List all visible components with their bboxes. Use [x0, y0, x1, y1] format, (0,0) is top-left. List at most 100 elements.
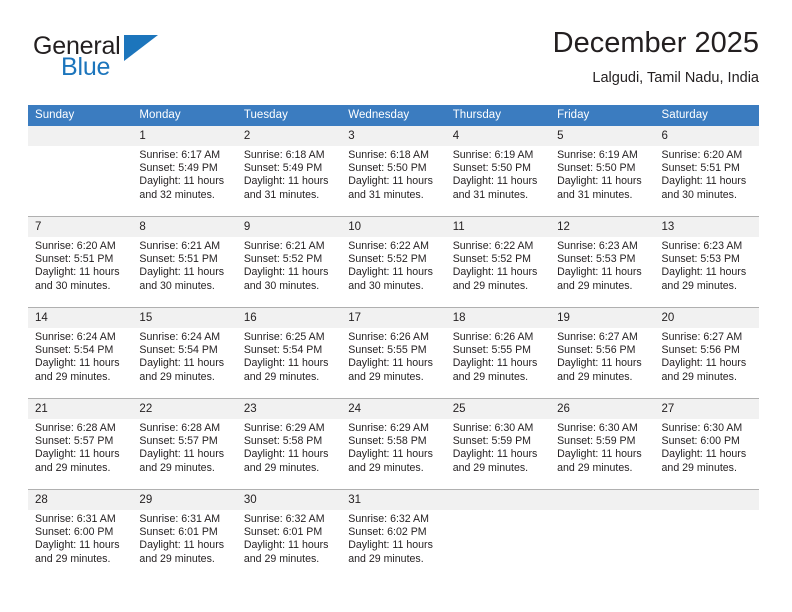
calendar-day-cell[interactable]: 11 Sunrise: 6:22 AM Sunset: 5:52 PM Dayligh… [445, 216, 551, 308]
daylight-text-line1: Daylight: 11 hours [661, 448, 747, 461]
sunset-text: Sunset: 5:50 PM [452, 162, 532, 175]
daylight-text-line1: Daylight: 11 hours [348, 266, 433, 279]
calendar-week-row: 28 Sunrise: 6:31 AM Sunset: 6:00 PM Dayligh… [28, 489, 759, 580]
calendar-day-cell[interactable]: 29 Sunrise: 6:31 AM Sunset: 6:01 PM Dayligh… [132, 489, 237, 580]
calendar-day-cell[interactable]: 8 Sunrise: 6:21 AM Sunset: 5:51 PM Daylight… [132, 216, 237, 308]
daylight-text-line1: Daylight: 11 hours [35, 357, 120, 370]
calendar-day-cell[interactable]: 28 Sunrise: 6:31 AM Sunset: 6:00 PM Dayligh… [28, 489, 133, 580]
calendar-day-cell[interactable]: 25 Sunrise: 6:30 AM Sunset: 5:59 PM Dayligh… [445, 398, 551, 490]
general-blue-logo[interactable]: General Blue [28, 32, 238, 88]
sunset-text: Sunset: 5:49 PM [243, 162, 323, 175]
sunrise-text: Sunrise: 6:25 AM [243, 331, 325, 343]
daylight-text-line2: and 31 minutes. [243, 188, 320, 201]
day-number: 29 [132, 490, 237, 510]
calendar-day-cell[interactable]: 17 Sunrise: 6:26 AM Sunset: 5:55 PM Dayligh… [341, 307, 446, 399]
calendar-day-cell[interactable]: 22 Sunrise: 6:28 AM Sunset: 5:57 PM Dayligh… [132, 398, 237, 490]
sunset-text: Sunset: 6:00 PM [661, 435, 740, 448]
day-number: 18 [445, 308, 551, 328]
day-sun-info: Sunrise: 6:30 AM Sunset: 6:00 PM Daylight:… [655, 419, 759, 475]
sunrise-text: Sunrise: 6:18 AM [348, 149, 429, 161]
calendar-day-cell[interactable]: 5 Sunrise: 6:19 AM Sunset: 5:50 PM Daylight… [550, 126, 655, 217]
calendar-day-cell[interactable]: 19 Sunrise: 6:27 AM Sunset: 5:56 PM Dayligh… [550, 307, 655, 399]
calendar-day-cell[interactable]: 1 Sunrise: 6:17 AM Sunset: 5:49 PM Daylight… [132, 126, 237, 217]
daylight-text-line2: and 31 minutes. [348, 188, 424, 201]
day-sun-info: Sunrise: 6:22 AM Sunset: 5:52 PM Daylight:… [341, 237, 445, 293]
sunrise-text: Sunrise: 6:30 AM [452, 422, 534, 434]
calendar-day-cell[interactable]: 24 Sunrise: 6:29 AM Sunset: 5:58 PM Dayligh… [341, 398, 446, 490]
sunrise-text: Sunrise: 6:26 AM [452, 331, 534, 343]
calendar-day-cell[interactable]: 12 Sunrise: 6:23 AM Sunset: 5:53 PM Dayligh… [550, 216, 655, 308]
daylight-text-line2: and 30 minutes. [139, 279, 215, 292]
calendar-day-cell[interactable]: 26 Sunrise: 6:30 AM Sunset: 5:59 PM Dayligh… [550, 398, 655, 490]
sunrise-text: Sunrise: 6:32 AM [348, 513, 429, 525]
day-number: 23 [236, 399, 342, 419]
day-number: 16 [236, 308, 342, 328]
daylight-text-line1: Daylight: 11 hours [452, 266, 538, 279]
day-number: 24 [341, 399, 446, 419]
day-sun-info: Sunrise: 6:32 AM Sunset: 6:01 PM Daylight:… [237, 510, 341, 566]
day-sun-info: Sunrise: 6:21 AM Sunset: 5:52 PM Daylight:… [237, 237, 341, 293]
calendar-day-cell[interactable]: 4 Sunrise: 6:19 AM Sunset: 5:50 PM Daylight… [445, 126, 551, 217]
daylight-text-line2: and 29 minutes. [35, 370, 111, 383]
daylight-text-line2: and 29 minutes. [661, 461, 737, 474]
calendar-day-cell[interactable]: 15 Sunrise: 6:24 AM Sunset: 5:54 PM Dayligh… [132, 307, 237, 399]
daylight-text-line1: Daylight: 11 hours [348, 448, 433, 461]
calendar-empty-cell [654, 489, 759, 580]
daylight-text-line1: Daylight: 11 hours [139, 448, 225, 461]
daylight-text-line2: and 30 minutes. [348, 279, 424, 292]
calendar-day-cell[interactable]: 23 Sunrise: 6:29 AM Sunset: 5:58 PM Dayligh… [236, 398, 342, 490]
daylight-text-line2: and 29 minutes. [139, 552, 215, 565]
daylight-text-line2: and 29 minutes. [348, 552, 424, 565]
day-number [445, 490, 551, 510]
calendar-day-cell[interactable]: 9 Sunrise: 6:21 AM Sunset: 5:52 PM Daylight… [236, 216, 342, 308]
calendar-week-row: 14 Sunrise: 6:24 AM Sunset: 5:54 PM Dayligh… [28, 307, 759, 399]
daylight-text-line2: and 29 minutes. [557, 279, 633, 292]
day-sun-info: Sunrise: 6:18 AM Sunset: 5:50 PM Daylight:… [341, 146, 445, 202]
title-block: December 2025 Lalgudi, Tamil Nadu, India [553, 26, 759, 88]
page-subtitle: Lalgudi, Tamil Nadu, India [592, 70, 759, 86]
day-sun-info: Sunrise: 6:27 AM Sunset: 5:56 PM Daylight:… [550, 328, 654, 384]
calendar-day-cell[interactable]: 16 Sunrise: 6:25 AM Sunset: 5:54 PM Dayligh… [236, 307, 342, 399]
calendar-day-cell[interactable]: 7 Sunrise: 6:20 AM Sunset: 5:51 PM Daylight… [28, 216, 133, 308]
calendar-day-cell[interactable]: 14 Sunrise: 6:24 AM Sunset: 5:54 PM Dayligh… [28, 307, 133, 399]
sunrise-text: Sunrise: 6:21 AM [139, 240, 221, 252]
sunset-text: Sunset: 5:51 PM [35, 253, 114, 266]
calendar-day-cell[interactable]: 6 Sunrise: 6:20 AM Sunset: 5:51 PM Daylight… [654, 126, 759, 217]
daylight-text-line1: Daylight: 11 hours [557, 266, 642, 279]
day-sun-info: Sunrise: 6:28 AM Sunset: 5:57 PM Daylight:… [132, 419, 236, 475]
calendar-day-cell[interactable]: 27 Sunrise: 6:30 AM Sunset: 6:00 PM Dayligh… [654, 398, 759, 490]
calendar-page: General Blue December 2025 Lalgudi, Tami… [0, 0, 792, 612]
daylight-text-line1: Daylight: 11 hours [452, 175, 538, 188]
calendar-week-row: 7 Sunrise: 6:20 AM Sunset: 5:51 PM Daylight… [28, 216, 759, 308]
sunrise-text: Sunrise: 6:28 AM [35, 422, 116, 434]
calendar-day-cell[interactable]: 13 Sunrise: 6:23 AM Sunset: 5:53 PM Dayligh… [654, 216, 759, 308]
daylight-text-line2: and 29 minutes. [452, 370, 529, 383]
day-sun-info: Sunrise: 6:21 AM Sunset: 5:51 PM Daylight:… [132, 237, 236, 293]
sunset-text: Sunset: 5:49 PM [139, 162, 218, 175]
sunrise-text: Sunrise: 6:24 AM [139, 331, 221, 343]
day-number: 13 [654, 217, 759, 237]
calendar-week-row: 21 Sunrise: 6:28 AM Sunset: 5:57 PM Dayligh… [28, 398, 759, 490]
sunrise-text: Sunrise: 6:20 AM [35, 240, 116, 252]
sunset-text: Sunset: 5:59 PM [557, 435, 636, 448]
calendar-day-cell[interactable]: 18 Sunrise: 6:26 AM Sunset: 5:55 PM Dayligh… [445, 307, 551, 399]
daylight-text-line2: and 29 minutes. [139, 370, 215, 383]
day-number: 19 [550, 308, 655, 328]
sunrise-text: Sunrise: 6:23 AM [557, 240, 638, 252]
calendar-day-cell[interactable]: 20 Sunrise: 6:27 AM Sunset: 5:56 PM Dayligh… [654, 307, 759, 399]
weekday-header-thursday: Thursday [445, 105, 551, 126]
weekday-header-monday: Monday [132, 105, 237, 126]
calendar-day-cell[interactable]: 21 Sunrise: 6:28 AM Sunset: 5:57 PM Dayligh… [28, 398, 133, 490]
calendar-day-cell[interactable]: 10 Sunrise: 6:22 AM Sunset: 5:52 PM Dayligh… [341, 216, 446, 308]
sunrise-text: Sunrise: 6:17 AM [139, 149, 221, 161]
calendar-day-cell[interactable]: 30 Sunrise: 6:32 AM Sunset: 6:01 PM Dayligh… [236, 489, 342, 580]
daylight-text-line1: Daylight: 11 hours [139, 175, 225, 188]
sunset-text: Sunset: 5:51 PM [661, 162, 740, 175]
day-number: 3 [341, 126, 446, 146]
day-sun-info: Sunrise: 6:19 AM Sunset: 5:50 PM Daylight:… [550, 146, 654, 202]
calendar-day-cell[interactable]: 31 Sunrise: 6:32 AM Sunset: 6:02 PM Dayligh… [341, 489, 446, 580]
calendar-day-cell[interactable]: 3 Sunrise: 6:18 AM Sunset: 5:50 PM Daylight… [341, 126, 446, 217]
sunrise-text: Sunrise: 6:19 AM [452, 149, 534, 161]
day-number: 31 [341, 490, 446, 510]
calendar-day-cell[interactable]: 2 Sunrise: 6:18 AM Sunset: 5:49 PM Daylight… [236, 126, 342, 217]
